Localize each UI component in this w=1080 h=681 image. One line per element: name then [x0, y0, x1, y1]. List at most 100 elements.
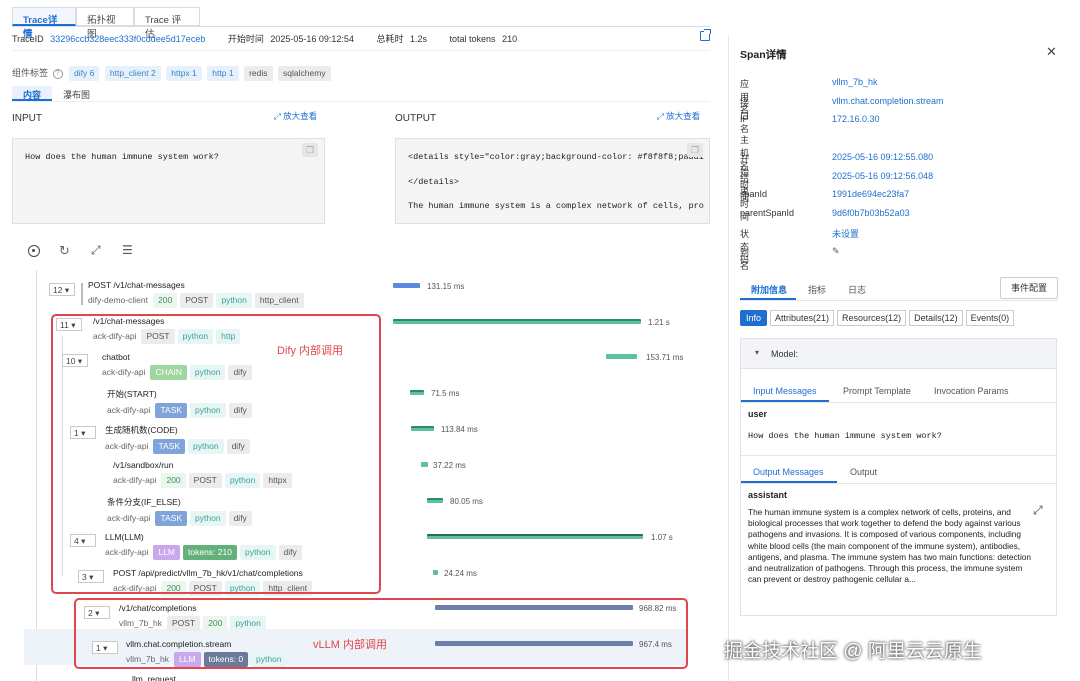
tabs-divider	[12, 26, 710, 27]
tab-extra-info[interactable]: 附加信息	[751, 283, 787, 296]
pane-divider	[728, 36, 729, 681]
model-header[interactable]: ▾ Model:	[741, 339, 1056, 369]
detail-key: spanId	[740, 189, 768, 199]
detail-value[interactable]: vllm_7b_hk	[832, 77, 878, 87]
component-tags-label: 组件标签	[12, 68, 49, 78]
component-tags: 组件标签 ? dify 6 http_client 2 httpx 1 http…	[12, 66, 334, 81]
input-zoom-link[interactable]: ⤢ 放大查看	[274, 110, 317, 122]
tag-dify[interactable]: dify 6	[69, 66, 100, 81]
output-box: <details style="color:gray;background-co…	[395, 138, 710, 224]
tokens-value: 210	[502, 34, 518, 44]
span-duration: 71.5 ms	[431, 389, 460, 398]
user-message: How does the human immune system work?	[748, 431, 942, 441]
assistant-message: The human immune system is a complex net…	[748, 507, 1032, 585]
model-label: Model:	[771, 349, 799, 359]
dify-annotation-label: Dify 内部调用	[277, 345, 343, 357]
user-role: user	[748, 409, 768, 419]
tag-redis[interactable]: redis	[244, 66, 273, 81]
span-name: llm_request	[132, 674, 176, 681]
tab-trace-eval[interactable]: Trace 评估	[134, 7, 200, 40]
tab-waterfall[interactable]: 瀑布图	[63, 88, 90, 101]
info-tabs: Info Attributes(21) Resources(12) Details(1…	[740, 310, 1015, 326]
span-duration: 153.71 ms	[646, 353, 684, 362]
span-count: 12	[53, 285, 63, 295]
span-indent	[81, 283, 83, 305]
start-time-value: 2025-05-16 09:12:54	[270, 34, 354, 44]
tab-logs[interactable]: 日志	[848, 283, 866, 296]
tag-sqlalchemy[interactable]: sqlalchemy	[278, 66, 331, 81]
span-collapse-12[interactable]: 12 ▾	[49, 283, 75, 296]
detail-key: IP	[740, 114, 749, 124]
tab-attributes[interactable]: Attributes(21)	[770, 310, 835, 326]
tab-output[interactable]: Output	[850, 467, 877, 477]
span-row-llm-request[interactable]: llm_request	[132, 674, 176, 681]
duration-value: 1.2s	[410, 34, 428, 44]
detail-value[interactable]: 9d6f0b7b03b52a03	[832, 208, 910, 218]
output-zoom-link[interactable]: ⤢ 放大查看	[657, 110, 700, 122]
refresh-icon[interactable]: ↻	[59, 243, 70, 259]
help-icon[interactable]: ?	[52, 68, 63, 79]
copy-icon[interactable]: ❐	[687, 143, 703, 157]
tab-info[interactable]: Info	[740, 310, 768, 326]
detail-value: 未设置	[832, 229, 860, 239]
external-link-icon[interactable]	[700, 29, 711, 41]
copy-icon[interactable]: ❐	[302, 143, 318, 157]
detail-value[interactable]: 1991de694ec23fa7	[832, 189, 909, 199]
edit-icon[interactable]: ✎	[832, 246, 840, 257]
span-duration: 80.05 ms	[450, 497, 483, 506]
tag-httpx[interactable]: httpx 1	[166, 66, 202, 81]
tab-metrics[interactable]: 指标	[808, 283, 826, 296]
detail-value[interactable]: vllm.chat.completion.stream	[832, 96, 944, 106]
span-bar	[433, 570, 438, 575]
tab-prompt-template[interactable]: Prompt Template	[843, 386, 911, 396]
expand-icon: ⤢	[274, 111, 284, 121]
span-bar	[411, 426, 434, 431]
tab-invocation-params[interactable]: Invocation Params	[934, 386, 1009, 396]
duration-label: 总耗时	[376, 34, 404, 44]
event-config-button[interactable]: 事件配置	[1000, 277, 1058, 299]
detail-value: 2025-05-16 09:12:55.080	[832, 152, 934, 162]
span-service: dify-demo-client	[88, 295, 148, 305]
tab-resources[interactable]: Resources(12)	[837, 310, 907, 326]
tag-status: 200	[153, 293, 178, 308]
vllm-annotation-label: vLLM 内部调用	[313, 639, 387, 651]
tab-events[interactable]: Events(0)	[965, 310, 1015, 326]
tag-component: http_client	[254, 293, 304, 308]
content-divider	[12, 101, 710, 102]
output-line-1: <details style="color:gray;background-co…	[408, 152, 704, 162]
expand-icon[interactable]: ⤢	[1033, 503, 1043, 518]
span-bar	[393, 319, 641, 324]
tab-topology[interactable]: 拓扑视图	[76, 7, 134, 40]
tab-input-messages[interactable]: Input Messages	[753, 386, 817, 396]
tab-details[interactable]: Details(12)	[909, 310, 963, 326]
span-duration: 1.07 s	[651, 533, 673, 542]
tab-content[interactable]: 内容	[12, 86, 52, 101]
locate-icon[interactable]	[28, 245, 40, 257]
input-title: INPUT	[12, 113, 42, 124]
span-row-post-chat-messages[interactable]: POST /v1/chat-messages dify-demo-client 2…	[88, 280, 307, 308]
trace-info-bar: TraceID 33296ccb328eec333f0cddee5d17eceb…	[12, 32, 517, 45]
settings-sliders-icon[interactable]: ☰	[122, 243, 133, 257]
trace-id-value[interactable]: 33296ccb328eec333f0cddee5d17eceb	[50, 34, 205, 44]
tab-trace-detail[interactable]: Trace详情	[12, 7, 76, 40]
input-text: How does the human immune system work?	[25, 152, 219, 162]
span-duration: 37.22 ms	[433, 461, 466, 470]
tokens-label: total tokens	[449, 34, 496, 44]
span-duration: 113.84 ms	[441, 425, 478, 434]
detail-value[interactable]: 172.16.0.30	[832, 114, 880, 124]
model-card: ▾ Model: Input Messages Prompt Template …	[740, 338, 1057, 616]
fullscreen-icon[interactable]: ⤢	[91, 243, 101, 258]
span-duration: 24.24 ms	[444, 569, 477, 578]
output-title: OUTPUT	[395, 113, 437, 124]
input-zoom-label: 放大查看	[283, 111, 318, 121]
tag-http-client[interactable]: http_client 2	[104, 66, 161, 81]
out-tabs-divider	[741, 483, 1056, 484]
detail-key: 别名	[740, 248, 750, 271]
tab-output-messages[interactable]: Output Messages	[753, 467, 824, 477]
tag-http[interactable]: http 1	[207, 66, 239, 81]
span-bar	[393, 283, 420, 288]
span-bar	[410, 390, 424, 395]
span-bar	[421, 462, 428, 467]
close-icon[interactable]: ✕	[1046, 44, 1057, 60]
msg-divider	[741, 455, 1056, 456]
